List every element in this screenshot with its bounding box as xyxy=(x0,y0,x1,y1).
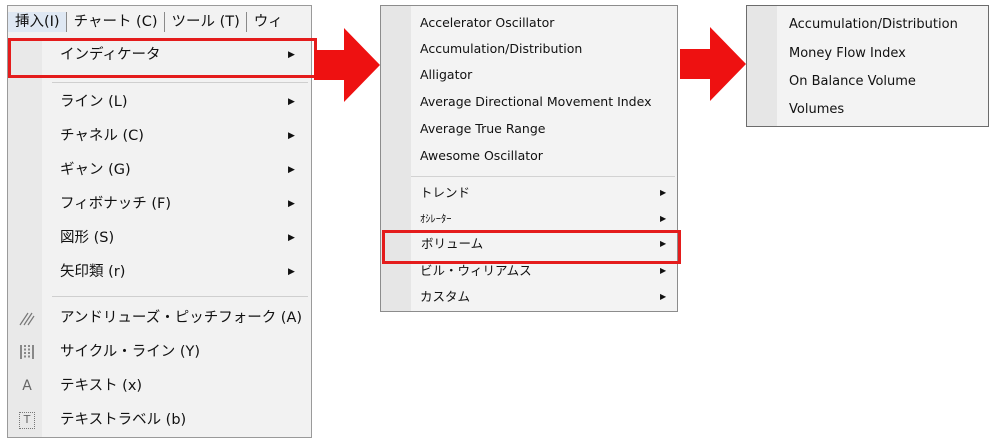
menu-item-line[interactable]: ライン (L) ▶ xyxy=(8,88,311,116)
submenu-label: ビル・ウィリアムス xyxy=(420,263,532,278)
indicator-item-label: Average True Range xyxy=(420,121,546,136)
volume-indicator-label: Volumes xyxy=(789,102,845,117)
submenu-arrow-icon: ▶ xyxy=(288,199,295,209)
submenu-arrow-icon: ▶ xyxy=(660,188,667,197)
indicator-item-label: Accumulation/Distribution xyxy=(420,41,583,56)
volume-indicator-item[interactable]: On Balance Volume xyxy=(747,67,988,97)
submenu-arrow-icon: ▶ xyxy=(660,292,667,301)
menu-item-label: テキスト (x) xyxy=(60,378,143,394)
menu-item-label: テキストラベル (b) xyxy=(60,412,187,428)
submenu-arrow-icon: ▶ xyxy=(288,131,295,141)
submenu-label: ボリューム xyxy=(421,236,484,251)
menu-item-label: アンドリューズ・ピッチフォーク (A) xyxy=(60,310,303,326)
insert-menu: インディケータ ▶ ライン (L) ▶ チャネル (C) ▶ ギャン (G) ▶… xyxy=(7,38,317,438)
menu-item-andrews-pitchfork[interactable]: アンドリューズ・ピッチフォーク (A) xyxy=(8,304,311,332)
menu-item-label: インディケータ xyxy=(60,47,161,63)
menu-item-indicators[interactable]: インディケータ ▶ xyxy=(8,38,317,78)
menu-item-text-label[interactable]: T テキストラベル (b) xyxy=(8,406,311,434)
text-label-icon-glyph: T xyxy=(19,411,35,429)
indicator-item[interactable]: Awesome Oscillator xyxy=(381,143,677,169)
volume-indicator-item[interactable]: Volumes xyxy=(747,95,988,125)
menu-item-channel[interactable]: チャネル (C) ▶ xyxy=(8,122,311,150)
menu-item-gann[interactable]: ギャン (G) ▶ xyxy=(8,156,311,184)
submenu-arrow-icon: ▶ xyxy=(288,233,295,243)
menu-item-label: フィボナッチ (F) xyxy=(60,196,171,212)
menu-item-label: ライン (L) xyxy=(60,94,128,110)
text-icon: A xyxy=(22,378,32,394)
menu-bar: 挿入(I) チャート (C) ツール (T) ウィ xyxy=(7,5,312,38)
submenu-label: トレンド xyxy=(420,185,471,200)
menu-item-cycle-lines[interactable]: サイクル・ライン (Y) xyxy=(8,338,311,366)
menu-item-shapes[interactable]: 図形 (S) ▶ xyxy=(8,224,311,252)
indicator-item[interactable]: Accumulation/Distribution xyxy=(381,36,677,62)
menu-separator xyxy=(411,176,675,177)
cycle-lines-icon xyxy=(16,338,38,366)
volume-indicator-item[interactable]: Accumulation/Distribution xyxy=(747,10,988,40)
indicators-menu: Accelerator Oscillator Accumulation/Dist… xyxy=(380,5,681,312)
submenu-arrow-icon: ▶ xyxy=(660,266,667,275)
volumes-menu: Accumulation/Distribution Money Flow Ind… xyxy=(746,5,989,127)
submenu-arrow-icon: ▶ xyxy=(288,165,295,175)
pitchfork-icon xyxy=(16,304,38,332)
submenu-arrow-icon: ▶ xyxy=(660,239,667,248)
indicator-item-label: Accelerator Oscillator xyxy=(420,15,555,30)
volume-indicator-label: On Balance Volume xyxy=(789,74,916,89)
menu-tools[interactable]: ツール (T) xyxy=(165,12,247,32)
indicator-item[interactable]: Average Directional Movement Index xyxy=(381,89,677,115)
menu-separator xyxy=(52,296,308,297)
indicator-item[interactable]: Accelerator Oscillator xyxy=(381,10,677,36)
submenu-arrow-icon: ▶ xyxy=(288,50,295,60)
submenu-oscillators[interactable]: ｵｼﾚｰﾀｰ ▶ xyxy=(381,206,677,232)
menu-item-label: チャネル (C) xyxy=(60,128,144,144)
volume-indicator-label: Money Flow Index xyxy=(789,46,906,61)
submenu-label: ｵｼﾚｰﾀｰ xyxy=(420,213,452,225)
volume-indicator-label: Accumulation/Distribution xyxy=(789,17,958,32)
submenu-bill-williams[interactable]: ビル・ウィリアムス ▶ xyxy=(381,258,677,284)
indicator-item[interactable]: Average True Range xyxy=(381,116,677,142)
menu-insert[interactable]: 挿入(I) xyxy=(8,12,67,32)
menu-chart[interactable]: チャート (C) xyxy=(67,12,165,32)
indicator-item-label: Average Directional Movement Index xyxy=(420,94,652,109)
submenu-trend[interactable]: トレンド ▶ xyxy=(381,180,677,206)
submenu-custom[interactable]: カスタム ▶ xyxy=(381,284,677,310)
indicator-item[interactable]: Alligator xyxy=(381,62,677,88)
menu-item-text[interactable]: A テキスト (x) xyxy=(8,372,311,400)
menu-item-label: 矢印類 (r) xyxy=(60,264,126,280)
menu-item-label: ギャン (G) xyxy=(60,162,131,178)
menu-separator xyxy=(52,82,308,83)
menu-window[interactable]: ウィ xyxy=(247,12,289,32)
volume-indicator-item[interactable]: Money Flow Index xyxy=(747,39,988,69)
text-label-icon: T xyxy=(16,406,38,434)
submenu-label: カスタム xyxy=(420,289,471,304)
menu-item-label: 図形 (S) xyxy=(60,230,115,246)
submenu-arrow-icon: ▶ xyxy=(660,214,667,223)
submenu-arrow-icon: ▶ xyxy=(288,267,295,277)
pointer-arrow-icon xyxy=(314,28,380,102)
submenu-arrow-icon: ▶ xyxy=(288,97,295,107)
indicator-item-label: Alligator xyxy=(420,67,473,82)
menu-item-fibonacci[interactable]: フィボナッチ (F) ▶ xyxy=(8,190,311,218)
menu-item-label: サイクル・ライン (Y) xyxy=(60,344,201,360)
menu-item-arrows[interactable]: 矢印類 (r) ▶ xyxy=(8,258,311,286)
pointer-arrow-icon xyxy=(680,27,746,101)
indicator-item-label: Awesome Oscillator xyxy=(420,148,543,163)
